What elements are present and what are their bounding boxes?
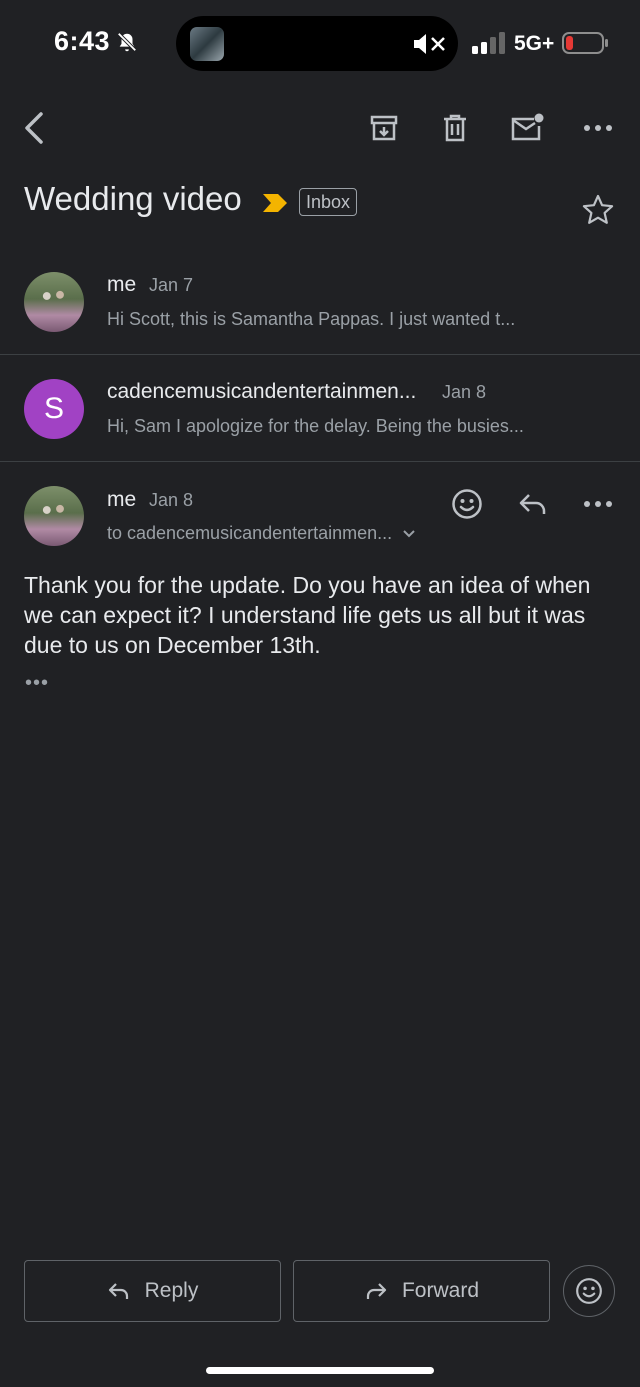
important-marker-icon[interactable]: [262, 193, 288, 213]
now-playing-thumbnail[interactable]: [190, 27, 224, 61]
message-collapsed[interactable]: S cadencemusicandentertainmen... Jan 8 H…: [0, 355, 640, 461]
sender-name: me: [107, 273, 137, 296]
recipient-details[interactable]: to cadencemusicandentertainmen...: [107, 523, 416, 544]
message-snippet: Hi Scott, this is Samantha Pappas. I jus…: [107, 309, 516, 329]
star-icon[interactable]: [580, 192, 616, 228]
back-button[interactable]: [14, 108, 54, 148]
battery-low-icon: [562, 32, 608, 54]
emoji-icon: [452, 489, 482, 519]
thread-subject: Wedding video: [24, 180, 242, 217]
divider: [0, 461, 640, 462]
mute-icon: [414, 34, 445, 54]
reply-icon: [519, 494, 546, 514]
avatar: S: [24, 379, 84, 439]
mark-unread-icon: [511, 113, 544, 141]
forward-action-button[interactable]: Forward: [293, 1260, 550, 1322]
archive-icon: [370, 115, 398, 141]
emoji-icon: [576, 1278, 602, 1304]
message-body: Thank you for the update. Do you have an…: [24, 572, 591, 658]
reply-action-button[interactable]: Reply: [24, 1260, 281, 1322]
message-more-button[interactable]: [578, 484, 618, 524]
signal-icon: [472, 32, 505, 54]
add-reaction-button[interactable]: [447, 484, 487, 524]
chevron-down-icon: [403, 529, 415, 537]
trash-icon: [444, 114, 466, 142]
more-icon: [584, 501, 612, 507]
reply-label: Reply: [144, 1279, 199, 1302]
message-snippet: Hi, Sam I apologize for the delay. Being…: [107, 416, 524, 436]
message-date: Jan 8: [442, 382, 487, 402]
reply-button[interactable]: [513, 484, 553, 524]
recipient-line: to cadencemusicandentertainmen...: [107, 523, 393, 543]
reply-icon: [108, 1283, 128, 1299]
message-date: Jan 8: [149, 490, 194, 510]
forward-label: Forward: [401, 1279, 480, 1302]
delete-button[interactable]: [435, 108, 475, 148]
back-icon: [25, 112, 43, 144]
avatar: [24, 486, 84, 546]
forward-icon: [366, 1283, 387, 1299]
show-trimmed-content[interactable]: •••: [25, 672, 49, 695]
network-type: 5G+: [514, 32, 555, 55]
avatar: [24, 272, 84, 332]
sender-name: me: [107, 488, 137, 511]
mark-unread-button[interactable]: [507, 108, 547, 148]
react-button[interactable]: [563, 1265, 615, 1317]
message-collapsed[interactable]: me Jan 7 Hi Scott, this is Samantha Papp…: [0, 256, 640, 354]
more-icon: [584, 125, 612, 131]
message-date: Jan 7: [149, 275, 194, 295]
home-indicator[interactable]: [206, 1367, 434, 1374]
archive-button[interactable]: [364, 108, 404, 148]
label-chip[interactable]: Inbox: [299, 188, 358, 216]
more-options-button[interactable]: [578, 108, 618, 148]
sender-name: cadencemusicandentertainmen...: [107, 380, 417, 403]
status-time: 6:43: [54, 26, 111, 56]
bell-slash-icon: [117, 32, 137, 52]
